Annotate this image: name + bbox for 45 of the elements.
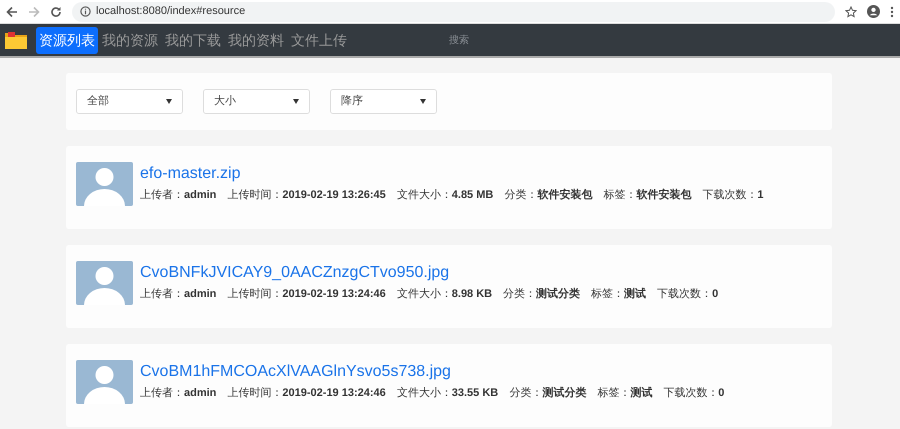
avatar-icon xyxy=(76,261,133,305)
caret-icon xyxy=(166,99,172,104)
meta-text: 上传者：admin xyxy=(140,287,216,302)
star-icon[interactable] xyxy=(845,6,857,18)
back-icon[interactable] xyxy=(6,6,18,18)
meta-text: 标签：软件安装包 xyxy=(603,188,692,204)
menu-icon[interactable] xyxy=(890,6,894,18)
caret-icon xyxy=(293,99,299,104)
meta-text: 文件大小：33.55 KB xyxy=(396,386,498,402)
meta-text: 标签：测试 xyxy=(591,286,646,302)
file-link[interactable]: CvoBNFkJVICAY9_0AACZnzgCTvo950.jpg xyxy=(140,264,450,281)
meta-text: 上传时间：2019-02-19 13:24:46 xyxy=(227,287,386,302)
meta-text: 上传者：admin xyxy=(140,386,216,402)
nav-tab[interactable]: 文件上传 xyxy=(288,26,350,54)
meta-text: 上传时间：2019-02-19 13:24:46 xyxy=(227,386,386,402)
avatar-icon xyxy=(76,360,133,404)
meta-text: 文件大小：4.85 MB xyxy=(396,188,494,204)
meta-text: 上传者：admin xyxy=(140,188,216,204)
file-link[interactable]: efo-master.zip xyxy=(140,165,240,182)
dropdown[interactable]: 全部 xyxy=(76,89,183,114)
url-text: localhost:8080/index#resource xyxy=(96,4,246,20)
meta-text: 分类：测试分类 xyxy=(503,286,580,302)
nav-tab[interactable]: 资源列表 xyxy=(36,26,98,54)
meta-text: 下载次数：1 xyxy=(702,188,764,204)
caret-icon xyxy=(420,99,426,104)
address-bar[interactable]: localhost:8080/index#resource xyxy=(72,2,835,22)
dropdown[interactable]: 大小 xyxy=(203,89,310,114)
meta-text: 下载次数：0 xyxy=(663,386,724,402)
meta-text: 标签：测试 xyxy=(597,386,652,402)
file-link[interactable]: CvoBM1hFMCOAcXlVAAGlnYsvo5s738.jpg xyxy=(140,363,451,380)
reload-icon[interactable] xyxy=(50,6,62,18)
nav-tab[interactable]: 我的下载 xyxy=(162,26,224,54)
meta-text: 文件大小：8.98 KB xyxy=(396,286,492,302)
avatar-icon xyxy=(76,162,133,206)
folder-icon[interactable] xyxy=(4,30,28,50)
meta-text: 分类：测试分类 xyxy=(509,386,586,402)
meta-text: 分类：软件安装包 xyxy=(504,188,592,204)
meta-text: 上传时间：2019-02-19 13:26:45 xyxy=(227,188,386,204)
meta-text: 下载次数：0 xyxy=(657,287,718,302)
info-icon xyxy=(80,6,91,17)
dropdown[interactable]: 降序 xyxy=(330,89,437,114)
search-field[interactable]: 搜索 xyxy=(447,32,507,48)
profile-icon[interactable] xyxy=(867,5,880,18)
nav-tab[interactable]: 我的资料 xyxy=(225,26,287,54)
nav-tab[interactable]: 我的资源 xyxy=(99,26,161,54)
